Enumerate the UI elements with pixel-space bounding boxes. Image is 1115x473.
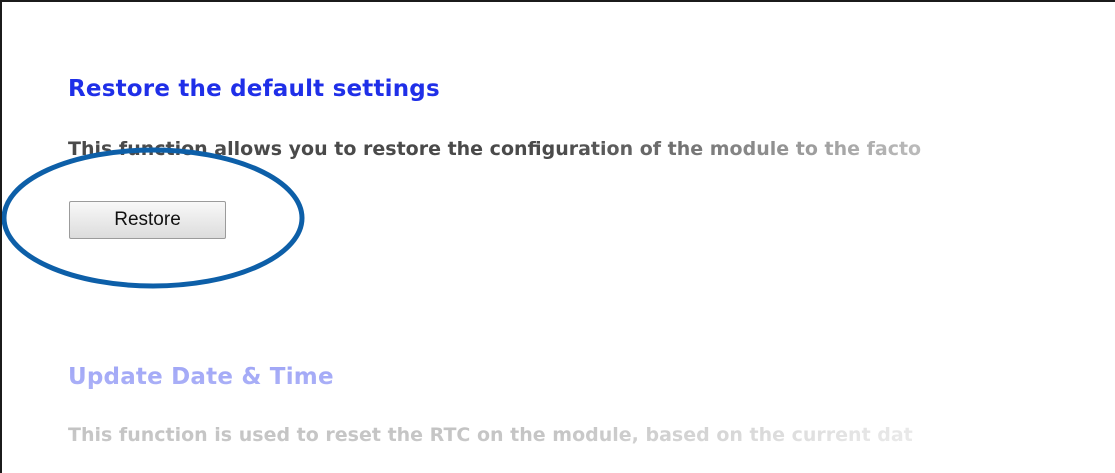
restore-button[interactable]: Restore (69, 201, 226, 239)
settings-panel: Restore the default settings This functi… (0, 0, 1115, 473)
right-fade-overlay (555, 2, 1115, 473)
restore-defaults-heading: Restore the default settings (68, 76, 440, 102)
update-date-time-heading: Update Date & Time (68, 364, 334, 390)
restore-defaults-description: This function allows you to restore the … (68, 138, 922, 160)
update-date-time-description: This function is used to reset the RTC o… (68, 424, 913, 446)
